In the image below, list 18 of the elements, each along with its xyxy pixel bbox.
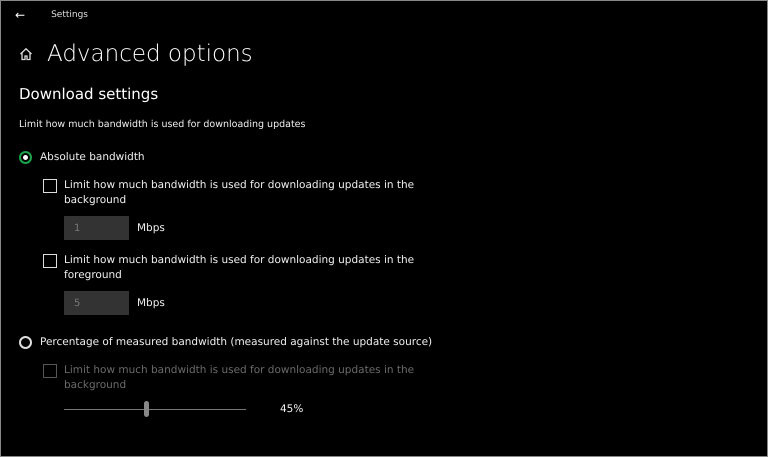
checkbox-label: Limit how much bandwidth is used for downloading updates in the background [64,178,416,208]
slider-reading: 45% [280,403,304,415]
unit-label: Mbps [137,297,165,309]
slider-track[interactable] [64,401,246,417]
bandwidth-input[interactable]: 1 [64,216,129,240]
window-title: Settings [51,10,88,20]
page-title: Advanced options [47,41,253,67]
section-description: Limit how much bandwidth is used for downloading updates [19,119,306,130]
checkbox-label: Limit how much bandwidth is used for downloading updates in the background [64,363,416,393]
radio-button[interactable] [19,151,32,164]
radio-label: Absolute bandwidth [40,150,145,165]
unit-label: Mbps [137,222,165,234]
radio-label: Percentage of measured bandwidth (measured against the update source) [40,335,432,350]
section-heading: Download settings [19,85,160,103]
back-button[interactable]: ← [13,8,28,22]
home-icon[interactable] [19,47,33,61]
bandwidth-input[interactable]: 5 [64,291,129,315]
checkbox-label: Limit how much bandwidth is used for downloading updates in the foreground [64,253,416,283]
